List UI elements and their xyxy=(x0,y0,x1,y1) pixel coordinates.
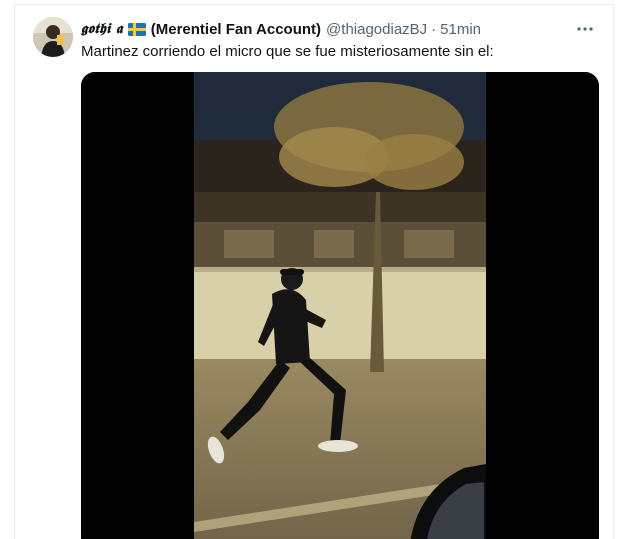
avatar[interactable] xyxy=(33,17,73,57)
account-name[interactable]: (Merentiel Fan Account) xyxy=(151,21,321,38)
user-handle[interactable]: @thiagodiazBJ xyxy=(326,21,427,38)
separator-dot: · xyxy=(431,20,437,38)
timestamp[interactable]: 51min xyxy=(440,21,481,38)
tweet-card[interactable]: 𝖌𝖔𝖙𝖍𝖎 𝖆 (Merentiel Fan Account) @thiagod… xyxy=(14,4,614,539)
display-name[interactable]: 𝖌𝖔𝖙𝖍𝖎 𝖆 xyxy=(81,21,123,37)
avatar-image xyxy=(33,17,73,57)
tweet-header: 𝖌𝖔𝖙𝖍𝖎 𝖆 (Merentiel Fan Account) @thiagod… xyxy=(81,19,481,39)
tweet-video[interactable] xyxy=(81,72,599,539)
video-frame xyxy=(81,72,599,539)
more-dots-icon xyxy=(577,27,593,31)
tweet-text: Martinez corriendo el micro que se fue m… xyxy=(81,43,494,60)
sweden-flag-icon xyxy=(127,22,146,36)
more-options-button[interactable] xyxy=(573,17,597,41)
